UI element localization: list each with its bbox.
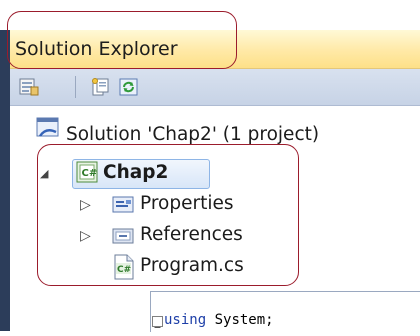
csharp-file-icon: C# bbox=[113, 254, 135, 284]
tree-node-solution[interactable]: Solution 'Chap2' (1 project) bbox=[66, 124, 319, 145]
code-keyword: using bbox=[164, 312, 207, 328]
tree-node-references-label: References bbox=[140, 224, 243, 245]
tree-node-program-cs[interactable]: Program.cs bbox=[140, 255, 244, 276]
toolbar-separator bbox=[75, 76, 76, 98]
tree-node-references[interactable]: References bbox=[140, 224, 243, 245]
tree-node-project-label: Chap2 bbox=[103, 162, 169, 183]
properties-icon bbox=[19, 78, 39, 96]
solution-explorer-toolbar bbox=[10, 69, 420, 106]
svg-text:C#: C# bbox=[82, 168, 98, 179]
solution-icon bbox=[36, 116, 62, 144]
solution-explorer-window: Solution Explorer Solution 'Chap2' (1 pr… bbox=[10, 30, 420, 332]
ide-left-border bbox=[0, 30, 10, 331]
properties-button[interactable] bbox=[18, 77, 40, 97]
tree-node-program-cs-label: Program.cs bbox=[140, 255, 244, 276]
tree-node-properties-label: Properties bbox=[140, 193, 234, 214]
svg-text:C#: C# bbox=[117, 265, 131, 275]
code-rest: System; bbox=[206, 312, 274, 328]
outline-collapse-icon[interactable] bbox=[152, 316, 163, 328]
solution-explorer-titlebar[interactable]: Solution Explorer bbox=[10, 30, 420, 69]
tree-node-properties[interactable]: Properties bbox=[140, 193, 234, 214]
panel-title: Solution Explorer bbox=[15, 38, 178, 60]
tree-node-project[interactable]: Chap2 bbox=[103, 162, 168, 183]
properties-folder-icon bbox=[112, 194, 136, 220]
expander-references[interactable]: ▷ bbox=[80, 228, 91, 244]
csharp-project-icon: C# bbox=[76, 161, 100, 189]
references-icon bbox=[112, 225, 136, 251]
show-all-files-button[interactable] bbox=[90, 77, 112, 97]
tree-node-solution-label: Solution 'Chap2' (1 project) bbox=[66, 124, 320, 145]
code-line-1: using System; bbox=[164, 312, 274, 328]
expander-project[interactable]: ◢ bbox=[40, 167, 48, 180]
show-all-files-icon bbox=[92, 78, 109, 96]
ide-frame: Solution Explorer Solution 'Chap2' (1 pr… bbox=[0, 0, 420, 332]
refresh-button[interactable] bbox=[118, 77, 140, 97]
expander-properties[interactable]: ▷ bbox=[80, 197, 91, 213]
refresh-icon bbox=[119, 78, 138, 96]
